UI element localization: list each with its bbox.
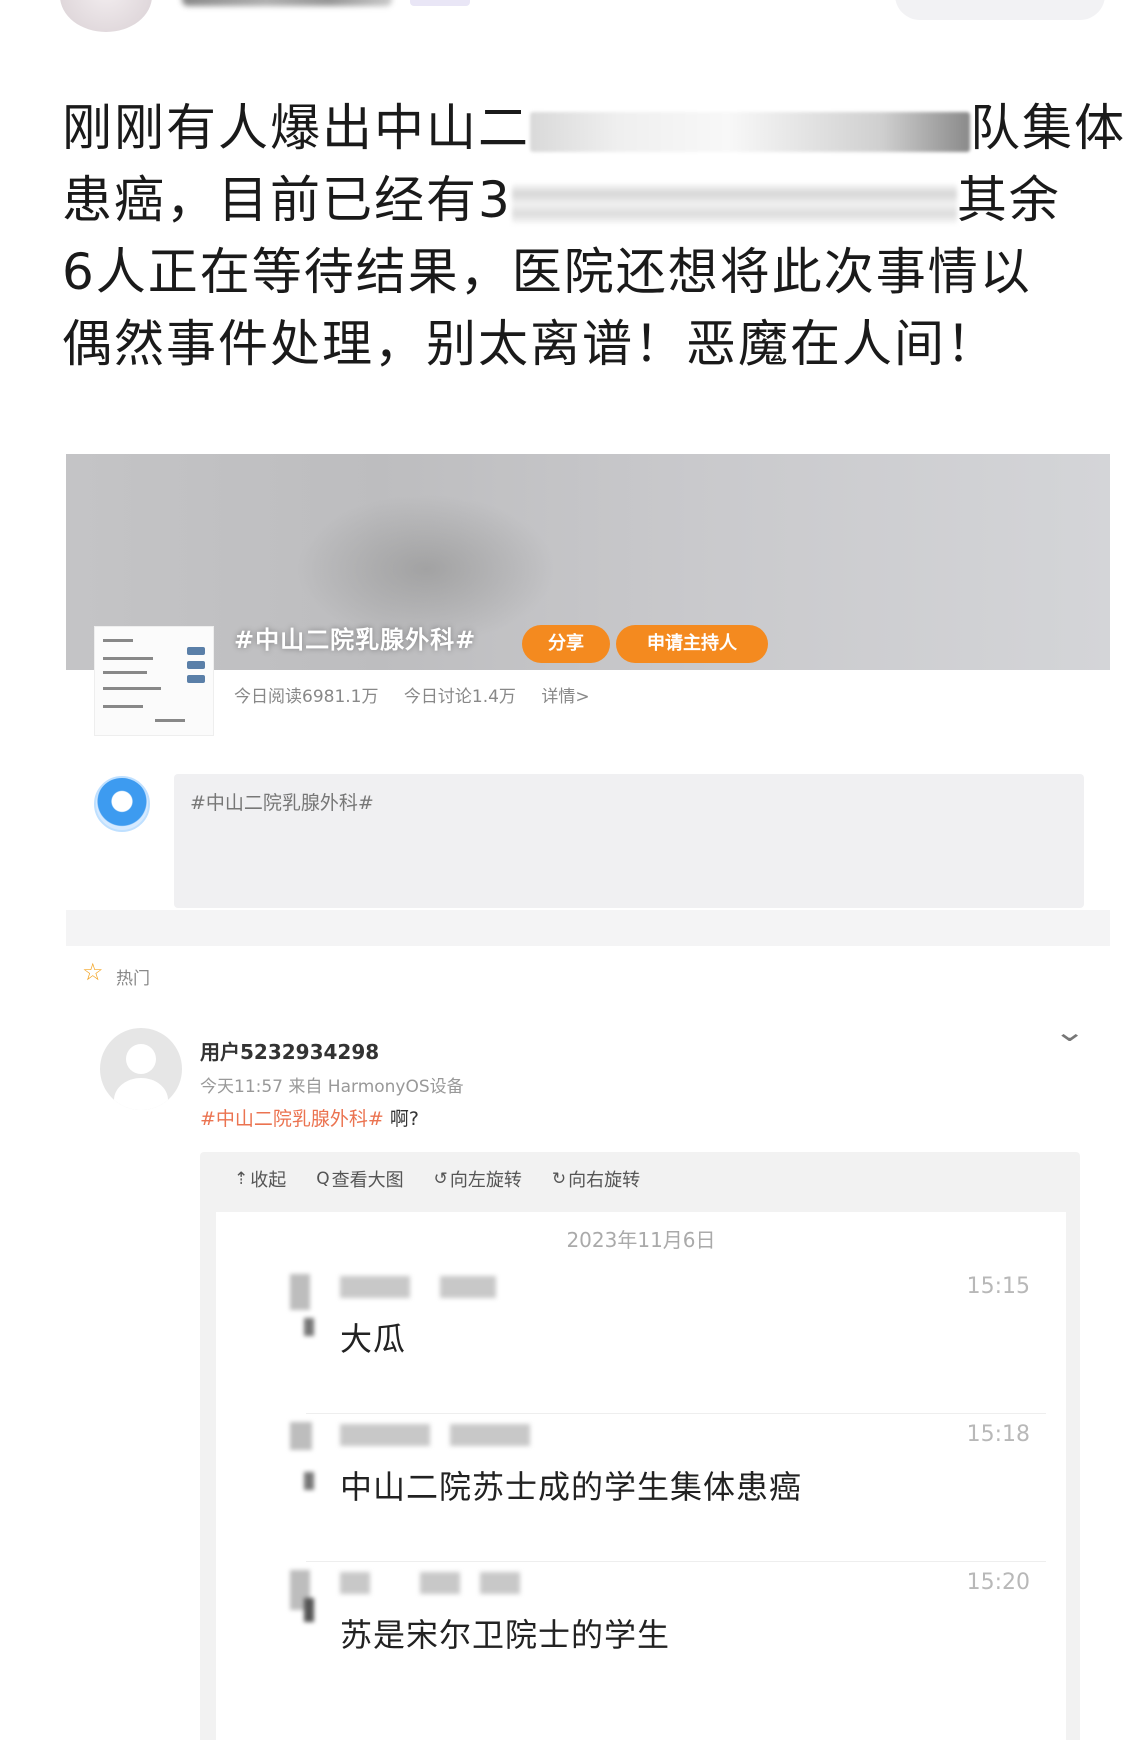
- star-icon: ☆: [82, 958, 104, 986]
- chat-date: 2023年11月6日: [566, 1228, 716, 1252]
- post-body-text: 啊?: [383, 1108, 419, 1130]
- post-body: #中山二院乳腺外科# 啊?: [200, 1104, 419, 1131]
- user-avatar[interactable]: [100, 1028, 182, 1110]
- blurred-avatar: [290, 1274, 316, 1354]
- follow-button[interactable]: [895, 0, 1105, 20]
- rotate-left-icon: ↺: [433, 1169, 448, 1189]
- chevron-down-icon[interactable]: ⌄: [1053, 1018, 1086, 1046]
- discussion-count: 今日讨论1.4万: [403, 687, 516, 707]
- hot-feed: ☆ 热门 用户5232934298 今天11:57 来自 HarmonyOS设备…: [66, 946, 1110, 1740]
- image-viewer: ⇡ 收起 Q 查看大图 ↺ 向左旋转 ↻ 向右旋转 2023年11月6日 15:15 大: [200, 1152, 1080, 1740]
- post-line-2-start: 患癌，目前已经有3: [62, 171, 512, 229]
- post-line-2: 患癌，目前已经有3 其余: [62, 164, 1112, 236]
- view-large-label: 查看大图: [331, 1170, 404, 1191]
- viewer-toolbar: ⇡ 收起 Q 查看大图 ↺ 向左旋转 ↻ 向右旋转: [234, 1166, 640, 1192]
- message-time: 15:18: [966, 1422, 1030, 1447]
- hashtag-link[interactable]: #中山二院乳腺外科#: [200, 1108, 384, 1130]
- chat-message: 15:15 大瓜: [216, 1264, 1066, 1414]
- post-line-3: 6人正在等待结果，医院还想将此次事情以: [62, 243, 1032, 301]
- author-badge: [410, 0, 470, 6]
- share-button[interactable]: 分享: [522, 625, 610, 663]
- post-line-1: 刚刚有人爆出中山二 队集体: [62, 92, 1124, 164]
- username[interactable]: 用户5232934298: [200, 1036, 379, 1065]
- message-text: 中山二院苏士成的学生集体患癌: [340, 1468, 803, 1506]
- chat-screenshot[interactable]: 2023年11月6日 15:15 大瓜 15:18 中山二院苏士成的学生集体患癌…: [216, 1212, 1066, 1740]
- collapse-icon: ⇡: [234, 1169, 249, 1189]
- apply-host-button[interactable]: 申请主持人: [616, 625, 768, 663]
- compose-text: #中山二院乳腺外科#: [190, 792, 374, 814]
- rotate-right-label: 向右旋转: [568, 1170, 641, 1191]
- blurred-avatar: [290, 1570, 316, 1650]
- author-avatar[interactable]: [60, 0, 152, 32]
- rotate-left-button[interactable]: ↺ 向左旋转: [434, 1166, 522, 1192]
- redaction-bar: [511, 183, 957, 224]
- redaction-bar: [530, 111, 970, 152]
- embedded-screenshot[interactable]: #中山二院乳腺外科# 分享 申请主持人 今日阅读6981.1万 今日讨论1.4万…: [66, 454, 1110, 1740]
- post-line-1-end: 队集体: [970, 99, 1126, 157]
- topic-title: #中山二院乳腺外科#: [234, 626, 477, 654]
- post-text: 刚刚有人爆出中山二 队集体 患癌，目前已经有3 其余 6人正在等待结果，医院还想将此…: [62, 92, 1124, 380]
- view-large-button[interactable]: Q 查看大图: [316, 1166, 403, 1192]
- post-meta: 今天11:57 来自 HarmonyOS设备: [200, 1077, 464, 1097]
- collapse-button[interactable]: ⇡ 收起: [234, 1166, 286, 1192]
- chat-message: 15:18 中山二院苏士成的学生集体患癌: [216, 1412, 1066, 1562]
- message-time: 15:15: [966, 1274, 1030, 1299]
- message-time: 15:20: [966, 1570, 1030, 1595]
- blurred-avatar: [290, 1422, 316, 1502]
- search-icon: Q: [316, 1169, 330, 1189]
- post-line-4: 偶然事件处理，别太离谱！恶魔在人间！: [62, 315, 998, 373]
- compose-input[interactable]: #中山二院乳腺外科#: [174, 774, 1084, 908]
- current-user-avatar: [94, 776, 150, 832]
- topic-thumbnail[interactable]: [94, 626, 214, 736]
- post-line-1-start: 刚刚有人爆出中山二: [62, 99, 530, 157]
- rotate-left-label: 向左旋转: [449, 1170, 522, 1191]
- topic-stats: 今日阅读6981.1万 今日讨论1.4万 详情>: [234, 682, 610, 707]
- rotate-right-button[interactable]: ↻ 向右旋转: [552, 1166, 640, 1192]
- collapse-label: 收起: [250, 1170, 287, 1191]
- chat-message: 15:20 苏是宋尔卫院士的学生: [216, 1560, 1066, 1710]
- rotate-right-icon: ↻: [551, 1169, 567, 1189]
- reads-count: 今日阅读6981.1万: [234, 687, 379, 707]
- author-name-blurred[interactable]: [182, 0, 392, 6]
- message-text: 大瓜: [340, 1320, 407, 1358]
- message-text: 苏是宋尔卫院士的学生: [340, 1616, 671, 1654]
- hot-label: 热门: [116, 969, 150, 989]
- details-link[interactable]: 详情>: [541, 687, 589, 707]
- post-line-2-end: 其余: [956, 171, 1061, 229]
